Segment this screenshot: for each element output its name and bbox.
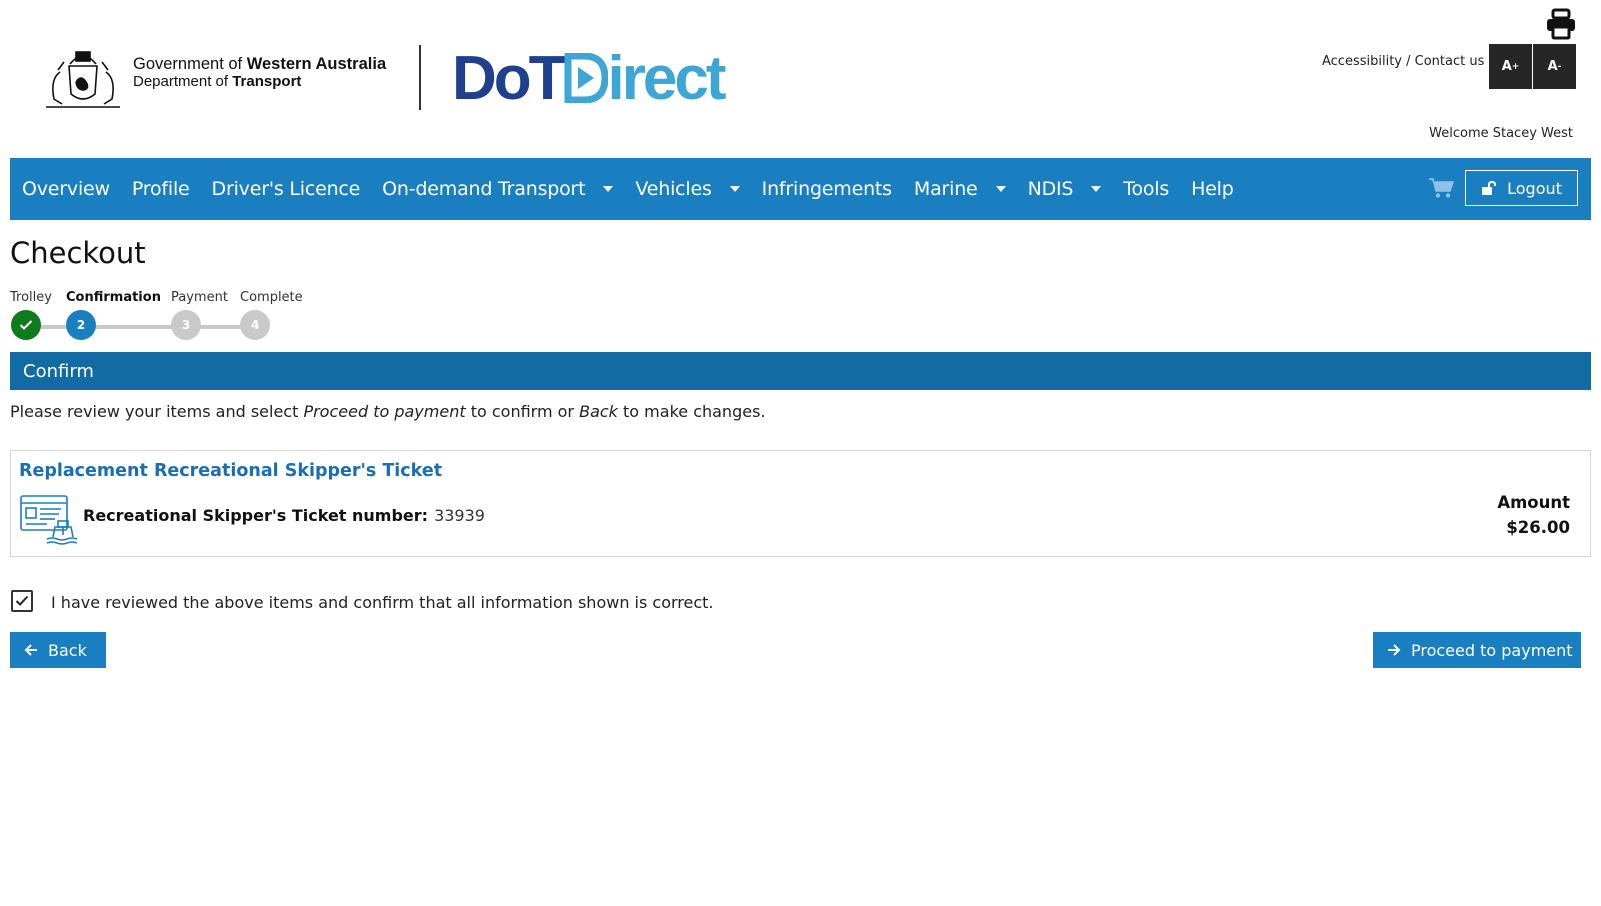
ticket-number-label: Recreational Skipper's Ticket number: [83, 506, 429, 525]
checkmark-icon [15, 595, 29, 606]
nav-item-on-demand-transport[interactable]: On-demand Transport [382, 178, 614, 200]
ticket-number-detail: Recreational Skipper's Ticket number: 339… [83, 506, 485, 525]
check-icon [19, 320, 33, 330]
header-divider [419, 45, 421, 110]
caret-down-icon[interactable] [603, 186, 614, 192]
logout-button[interactable]: Logout [1465, 170, 1578, 206]
step-complete: 4 [240, 310, 270, 340]
ticket-number-value: 33939 [434, 506, 485, 525]
increase-font-button[interactable]: A + [1489, 44, 1532, 89]
amount-value: $26.00 [1506, 518, 1570, 537]
nav-item-tools[interactable]: Tools [1123, 178, 1169, 200]
nav-item-label: Help [1191, 178, 1234, 200]
print-icon[interactable] [1545, 8, 1577, 40]
back-button[interactable]: Back [10, 632, 106, 668]
nav-item-help[interactable]: Help [1191, 178, 1234, 200]
trolley-item-card: Replacement Recreational Skipper's Ticke… [10, 450, 1591, 557]
amount-label: Amount [1497, 493, 1570, 512]
skippers-ticket-icon [20, 495, 78, 545]
nav-item-label: NDIS [1027, 178, 1074, 200]
main-navigation: Overview Profile Driver's Licence On-demand… [10, 158, 1591, 220]
caret-down-icon[interactable] [729, 186, 740, 192]
site-header: Government of Western Australia Departme… [0, 0, 1601, 158]
direct-d-play-icon [564, 53, 608, 103]
step-label-confirmation: Confirmation [66, 290, 161, 305]
nav-item-infringements[interactable]: Infringements [762, 178, 892, 200]
confirm-section-header: Confirm [10, 352, 1591, 390]
proceed-to-payment-button[interactable]: Proceed to payment [1373, 632, 1581, 668]
government-wordmark: Government of Western Australia Departme… [133, 55, 387, 90]
nav-item-label: Infringements [761, 178, 892, 200]
page-title: Checkout [10, 236, 146, 270]
nav-items: Overview Profile Driver's Licence On-demand… [10, 158, 1256, 220]
review-instructions: Please review your items and select Proc… [10, 402, 766, 421]
nav-item-label: Overview [22, 178, 110, 200]
confirm-checkbox-label[interactable]: I have reviewed the above items and conf… [51, 593, 714, 612]
item-title: Replacement Recreational Skipper's Ticke… [19, 461, 443, 481]
step-label-complete: Complete [240, 290, 303, 305]
step-payment: 3 [171, 310, 201, 340]
unlock-icon [1482, 180, 1497, 195]
nav-item-label: Marine [913, 178, 978, 200]
nav-item-label: Vehicles [635, 178, 712, 200]
accessibility-contact-link[interactable]: Accessibility / Contact us [1322, 54, 1484, 69]
nav-item-ndis[interactable]: NDIS [1028, 178, 1102, 200]
step-trolley-done [11, 310, 41, 340]
caret-down-icon[interactable] [1091, 186, 1102, 192]
cart-icon[interactable] [1428, 177, 1454, 199]
confirm-section-title: Confirm [23, 360, 94, 382]
nav-item-label: Driver's Licence [211, 178, 361, 200]
nav-item-marine[interactable]: Marine [914, 178, 1006, 200]
nav-item-label: Profile [131, 178, 190, 200]
step-confirmation-active: 2 [66, 310, 96, 340]
nav-item-label: Tools [1123, 178, 1170, 200]
decrease-font-button[interactable]: A- [1533, 44, 1576, 89]
arrow-right-icon [1388, 644, 1401, 656]
step-label-trolley: Trolley [10, 290, 52, 305]
nav-item-driver-s-licence[interactable]: Driver's Licence [212, 178, 361, 200]
confirm-checkbox[interactable] [11, 590, 33, 612]
wa-government-crest-icon [46, 51, 120, 108]
nav-item-overview[interactable]: Overview [22, 178, 110, 200]
nav-item-vehicles[interactable]: Vehicles [635, 178, 740, 200]
step-label-payment: Payment [171, 290, 228, 305]
nav-item-label: On-demand Transport [382, 178, 586, 200]
nav-item-profile[interactable]: Profile [132, 178, 190, 200]
caret-down-icon[interactable] [995, 186, 1006, 192]
welcome-message: Welcome Stacey West [1429, 126, 1573, 141]
dot-direct-logo[interactable]: DoT irect [452, 40, 726, 118]
arrow-left-icon [24, 644, 37, 656]
